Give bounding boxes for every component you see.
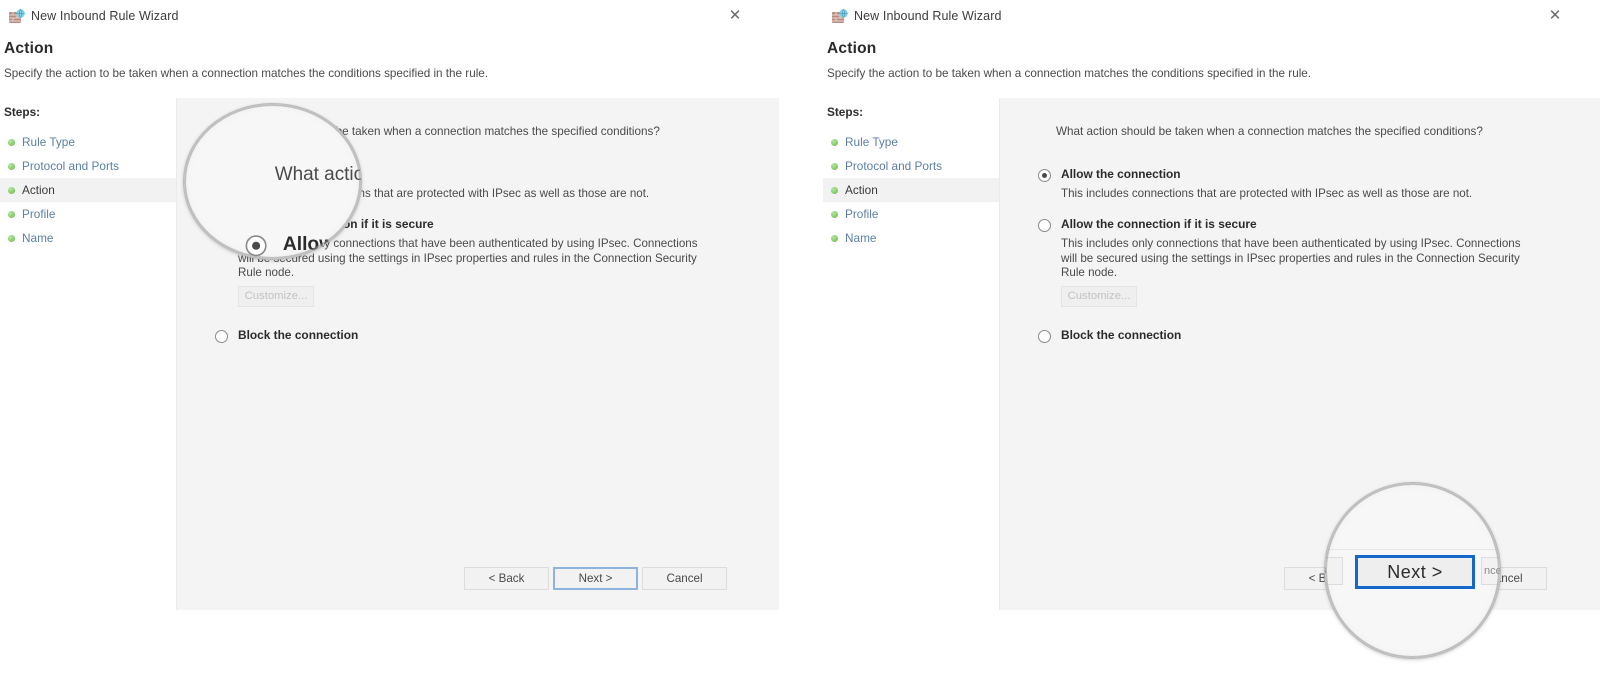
step-label: Protocol and Ports — [845, 159, 943, 173]
steps-list: Rule Type Protocol and Ports Action Prof… — [0, 130, 176, 250]
close-icon[interactable]: ✕ — [1542, 5, 1568, 27]
step-label: Rule Type — [22, 135, 75, 149]
titlebar-left: New Inbound Rule Wizard ✕ — [0, 0, 779, 34]
zoom-question-text: What action should be taken when a conne… — [274, 163, 361, 185]
step-bullet-icon — [8, 235, 15, 242]
step-bullet-icon — [831, 139, 838, 146]
firewall-rule-icon — [9, 8, 25, 23]
steps-heading: Steps: — [4, 105, 41, 119]
radio-indicator-icon — [215, 330, 228, 343]
step-bullet-icon — [8, 187, 15, 194]
radio-indicator-icon — [1038, 330, 1051, 343]
zoom-cancel-button: ncel — [1481, 557, 1500, 585]
footer-left: < Back Next > Cancel — [0, 567, 779, 640]
zoom-back-button: < B — [1325, 557, 1343, 585]
page-subtitle: Specify the action to be taken when a co… — [827, 67, 1312, 80]
step-label: Profile — [22, 207, 56, 221]
sidebar-item-protocol-and-ports[interactable]: Protocol and Ports — [823, 154, 999, 178]
lens-content: What action should be taken when a conne… — [184, 104, 361, 259]
customize-button[interactable]: Customize... — [1061, 286, 1137, 307]
radio-indicator-icon — [1038, 169, 1051, 182]
steps-pane: Steps: Rule Type Protocol and Ports Acti… — [823, 98, 999, 610]
step-bullet-icon — [8, 211, 15, 218]
question-text: What action should be taken when a conne… — [1056, 125, 1483, 138]
sidebar-item-action[interactable]: Action — [823, 178, 999, 202]
step-label: Profile — [845, 207, 879, 221]
wizard-dialog-left: New Inbound Rule Wizard ✕ Action Specify… — [0, 0, 779, 640]
sidebar-item-profile[interactable]: Profile — [823, 202, 999, 226]
sidebar-item-action[interactable]: Action — [0, 178, 176, 202]
sidebar-item-rule-type[interactable]: Rule Type — [0, 130, 176, 154]
step-label: Action — [22, 183, 55, 197]
step-bullet-icon — [831, 235, 838, 242]
window-title: New Inbound Rule Wizard — [854, 9, 1002, 23]
step-bullet-icon — [831, 187, 838, 194]
next-button-zoom: < B Next > ncel — [1325, 483, 1500, 658]
window-title: New Inbound Rule Wizard — [31, 9, 179, 23]
step-bullet-icon — [831, 163, 838, 170]
back-button[interactable]: < Back — [464, 567, 549, 590]
radio-label: Allow the connection — [1061, 167, 1181, 181]
sidebar-item-profile[interactable]: Profile — [0, 202, 176, 226]
radio-indicator-icon — [1038, 219, 1051, 232]
sidebar-item-protocol-and-ports[interactable]: Protocol and Ports — [0, 154, 176, 178]
sidebar-item-rule-type[interactable]: Rule Type — [823, 130, 999, 154]
sidebar-item-name[interactable]: Name — [823, 226, 999, 250]
next-button[interactable]: Next > — [553, 567, 638, 590]
radio-indicator-icon — [245, 235, 267, 257]
step-label: Rule Type — [845, 135, 898, 149]
step-label: Name — [845, 231, 877, 245]
content-pane: What action should be taken when a conne… — [999, 98, 1600, 610]
firewall-rule-icon — [832, 8, 848, 23]
steps-heading: Steps: — [827, 105, 864, 119]
sidebar-item-name[interactable]: Name — [0, 226, 176, 250]
lens-footer-divider — [1325, 549, 1500, 550]
titlebar-right: New Inbound Rule Wizard ✕ — [823, 0, 1600, 34]
radio-label: Block the connection — [238, 328, 359, 342]
radio-label: Allow the connection — [282, 231, 361, 255]
step-label: Protocol and Ports — [22, 159, 120, 173]
radio-description: This includes only connections that have… — [1061, 237, 1521, 279]
radio-label: Block the connection — [1061, 328, 1182, 342]
radio-label: Allow the connection if it is secure — [1061, 217, 1257, 231]
lens-content: < B Next > ncel — [1325, 483, 1500, 658]
dialog-body-left: Steps: Rule Type Protocol and Ports Acti… — [0, 98, 779, 610]
zoom-next-button: Next > — [1355, 555, 1475, 589]
step-bullet-icon — [8, 139, 15, 146]
customize-button[interactable]: Customize... — [238, 286, 314, 307]
page-title: Action — [827, 40, 877, 57]
allow-the-connection-radio-zoom: What action should be taken when a conne… — [184, 104, 361, 259]
close-icon[interactable]: ✕ — [722, 5, 748, 27]
step-label: Name — [22, 231, 54, 245]
step-bullet-icon — [831, 211, 838, 218]
page-subtitle: Specify the action to be taken when a co… — [4, 67, 489, 80]
steps-list: Rule Type Protocol and Ports Action Prof… — [823, 130, 999, 250]
step-label: Action — [845, 183, 878, 197]
cancel-button[interactable]: Cancel — [642, 567, 727, 590]
steps-pane: Steps: Rule Type Protocol and Ports Acti… — [0, 98, 176, 610]
radio-description: This includes connections that are prote… — [1061, 187, 1473, 200]
step-bullet-icon — [8, 163, 15, 170]
page-title: Action — [4, 40, 54, 57]
